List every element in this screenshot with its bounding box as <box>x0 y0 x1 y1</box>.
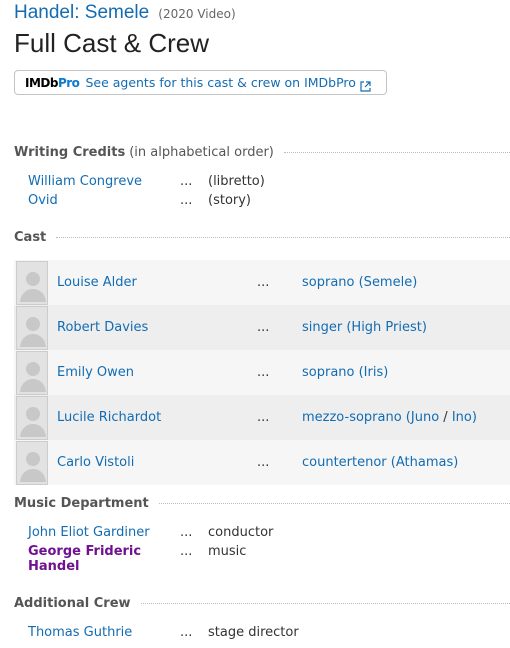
cast-dots: ... <box>257 410 270 425</box>
title-row: Handel: Semele (2020 Video) <box>14 2 236 24</box>
avatar-placeholder-icon[interactable] <box>16 395 48 440</box>
section-divider <box>56 237 510 238</box>
cast-character-link[interactable]: countertenor (Athamas) <box>302 455 458 470</box>
cast-name-link[interactable]: Lucile Richardot <box>57 410 161 425</box>
imdbpro-banner[interactable]: IMDbPro See agents for this cast & crew … <box>14 70 387 95</box>
avatar-placeholder-icon[interactable] <box>16 260 48 305</box>
section-divider <box>140 603 510 604</box>
credit-row: Thomas Guthrie ... stage director <box>28 625 299 640</box>
cast-character-link[interactable]: soprano (Iris) <box>302 365 388 380</box>
writing-credits-header: Writing Credits (in alphabetical order) <box>14 145 510 160</box>
cast-character: mezzo-soprano (Juno / Ino) <box>302 410 477 425</box>
cast-header: Cast <box>14 230 510 245</box>
cast-name-link[interactable]: Carlo Vistoli <box>57 455 134 470</box>
character-separator: / <box>439 410 452 425</box>
section-label: Cast <box>14 230 47 245</box>
credit-row: George Frideric Handel ... music <box>28 544 246 574</box>
section-label: Additional Crew <box>14 596 131 611</box>
cast-character-link[interactable]: Ino) <box>452 410 477 425</box>
imdbpro-logo: IMDbPro <box>25 75 80 90</box>
cast-row: Robert Davies ... singer (High Priest) <box>14 305 510 350</box>
section-divider <box>158 503 510 504</box>
credit-row: Ovid ... (story) <box>28 193 251 208</box>
credit-row: John Eliot Gardiner ... conductor <box>28 525 273 540</box>
credit-dots: ... <box>180 544 193 559</box>
credit-role: stage director <box>208 625 299 640</box>
credit-name-link[interactable]: George Frideric Handel <box>28 544 180 574</box>
imdbpro-link[interactable]: See agents for this cast & crew on IMDbP… <box>85 75 356 90</box>
cast-character-link[interactable]: singer (High Priest) <box>302 320 427 335</box>
credit-row: William Congreve ... (libretto) <box>28 174 265 189</box>
avatar-placeholder-icon[interactable] <box>16 440 48 485</box>
cast-name-link[interactable]: Emily Owen <box>57 365 134 380</box>
cast-row: Lucile Richardot ... mezzo-soprano (Juno… <box>14 395 510 440</box>
avatar-placeholder-icon[interactable] <box>16 350 48 395</box>
credit-name-link[interactable]: John Eliot Gardiner <box>28 525 180 540</box>
credit-dots: ... <box>180 193 193 208</box>
cast-dots: ... <box>257 275 270 290</box>
cast-dots: ... <box>257 365 270 380</box>
credit-name-link[interactable]: William Congreve <box>28 174 180 189</box>
cast-dots: ... <box>257 455 270 470</box>
credit-name-link[interactable]: Ovid <box>28 193 180 208</box>
external-link-icon <box>360 77 371 92</box>
credit-role: conductor <box>208 525 274 540</box>
section-label: Writing Credits <box>14 145 126 160</box>
cast-row: Carlo Vistoli ... countertenor (Athamas) <box>14 440 510 485</box>
cast-name-link[interactable]: Robert Davies <box>57 320 148 335</box>
credit-dots: ... <box>180 525 193 540</box>
cast-row: Emily Owen ... soprano (Iris) <box>14 350 510 395</box>
credit-role: (libretto) <box>208 174 265 189</box>
section-label: Music Department <box>14 496 149 511</box>
page-title: Full Cast & Crew <box>14 28 210 58</box>
cast-name-link[interactable]: Louise Alder <box>57 275 137 290</box>
avatar-placeholder-icon[interactable] <box>16 305 48 350</box>
cast-row: Louise Alder ... soprano (Semele) <box>14 260 510 305</box>
cast-character-link[interactable]: mezzo-soprano (Juno <box>302 410 439 425</box>
credit-dots: ... <box>180 174 193 189</box>
cast-list: Louise Alder ... soprano (Semele) Robert… <box>14 260 510 485</box>
cast-dots: ... <box>257 320 270 335</box>
cast-character-link[interactable]: soprano (Semele) <box>302 275 417 290</box>
section-sublabel: (in alphabetical order) <box>129 145 274 160</box>
additional-crew-header: Additional Crew <box>14 596 510 611</box>
section-divider <box>283 152 510 153</box>
credit-role: music <box>208 544 247 559</box>
title-link[interactable]: Handel: Semele <box>14 2 149 23</box>
title-year: (2020 Video) <box>158 7 236 21</box>
credit-dots: ... <box>180 625 193 640</box>
credit-role: (story) <box>208 193 252 208</box>
credit-name-link[interactable]: Thomas Guthrie <box>28 625 180 640</box>
music-department-header: Music Department <box>14 496 510 511</box>
